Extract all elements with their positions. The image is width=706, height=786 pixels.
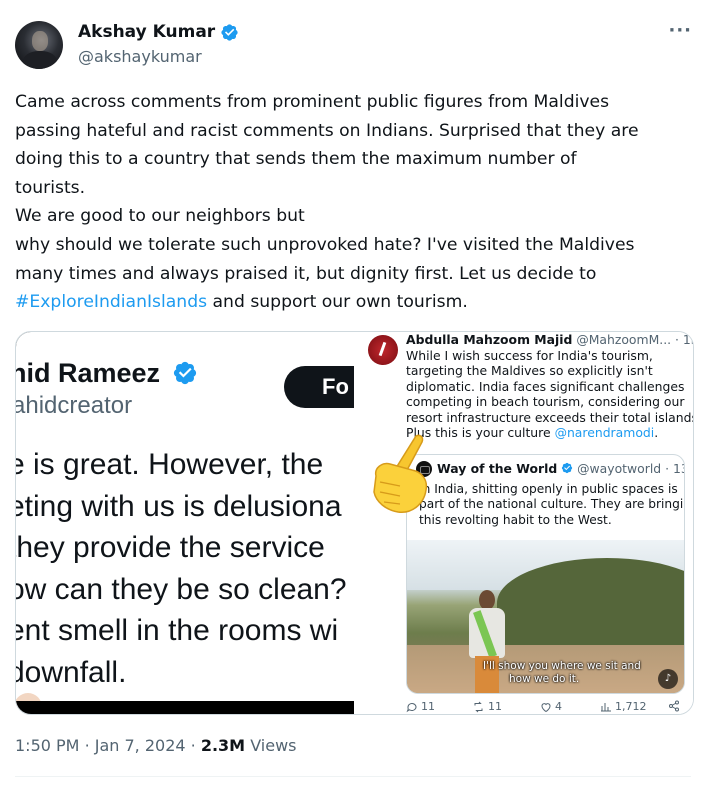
screenshot-reply-body: While I wish success for India's tourism… [406,348,694,441]
screenshot-reply-avatar [368,335,398,365]
screenshot-line: e is great. However, the [16,448,324,481]
like-stat: 4 [540,700,562,713]
tweet-line: We are good to our neighbors but [15,206,305,227]
tweet-line: why should we tolerate such unprovoked h… [15,234,635,255]
reply-stat: 11 [406,700,435,713]
author-handle[interactable]: @akshaykumar [78,47,202,66]
tweet-metadata: 1:50 PM · Jan 7, 2024 · 2.3M Views [15,736,297,755]
media-image-left[interactable]: hid Rameez ahidcreator Fo e is great. Ho… [16,332,354,714]
author-name-row[interactable]: Akshay Kumar [78,22,239,42]
tweet-line: tourists. [15,177,86,198]
screenshot-text: e is great. However, the eting with us i… [16,444,347,714]
tweet-line: doing this to a country that sends them … [15,149,577,170]
screenshot-quoted-post: Way of the World @wayotworld · 13h In In… [406,454,685,694]
author-display-name[interactable]: Akshay Kumar [78,22,215,42]
tweet-text: Came across comments from prominent publ… [15,88,695,317]
screenshot-line: ent smell in the rooms wi [16,614,339,647]
tweet-date[interactable]: Jan 7, 2024 [95,736,186,755]
author-avatar[interactable] [15,21,63,69]
screenshot-author-handle: ahidcreator [16,392,133,419]
avatar-face [32,31,48,51]
tweet-line: many times and always praised it, but di… [15,263,597,284]
screenshot-follow-button: Fo [284,366,354,408]
views-label: Views [250,736,297,755]
attached-media[interactable]: hid Rameez ahidcreator Fo e is great. Ho… [15,331,694,715]
reply-icon [406,702,417,712]
screenshot-stats-bar: 11 11 4 1,712 [406,700,691,714]
mention-link: @narendramodi [554,425,655,441]
video-caption: I'll show you where we sit and how we do… [483,660,641,685]
pointing-hand-emoji-icon [373,434,428,513]
tweet-line-rest: and support our own tourism. [207,292,468,313]
views-stat: 1,712 [600,700,647,713]
verified-badge-icon [562,462,573,474]
volume-icon: ♪ [658,669,678,689]
share-stat [668,700,680,712]
bar-chart-icon [601,702,611,711]
avatar-body [23,51,57,69]
more-options-icon[interactable]: ··· [668,20,692,41]
screenshot-line: ow can they be so clean? [16,572,347,606]
share-icon [669,700,679,712]
divider [15,776,691,777]
screenshot-line: they provide the service [16,531,325,564]
verified-badge-icon [221,23,238,41]
views-count: 2.3M [200,736,246,755]
repost-icon [474,701,483,712]
video-hill [497,558,684,648]
media-image-right[interactable]: Abdulla Mahzoom Majid @MahzoomM... · 1h … [354,332,694,714]
screenshot-left: hid Rameez ahidcreator Fo e is great. Ho… [16,332,354,714]
heart-icon [541,702,551,712]
screenshot-line: eting with us is delusiona [16,489,342,523]
tweet-line-last: #ExploreIndianIslands and support our ow… [15,288,695,317]
tweet-time[interactable]: 1:50 PM [15,736,79,755]
quoted-body: In India, shitting openly in public spac… [419,482,685,527]
hashtag-link[interactable]: #ExploreIndianIslands [15,292,207,312]
quoted-video-thumbnail: I'll show you where we sit and how we do… [407,540,684,693]
screenshot-reply-header: Abdulla Mahzoom Majid @MahzoomM... · 1h [406,332,693,347]
tweet-line: Came across comments from prominent publ… [15,92,610,112]
tweet-line: passing hateful and racist comments on I… [15,120,639,141]
verified-badge-icon [173,361,196,385]
screenshot-bottom-bar [16,701,354,714]
quoted-header: Way of the World @wayotworld · 13h [437,461,684,476]
repost-stat: 11 [472,700,502,713]
screenshot-author-name: hid Rameez [16,358,198,389]
